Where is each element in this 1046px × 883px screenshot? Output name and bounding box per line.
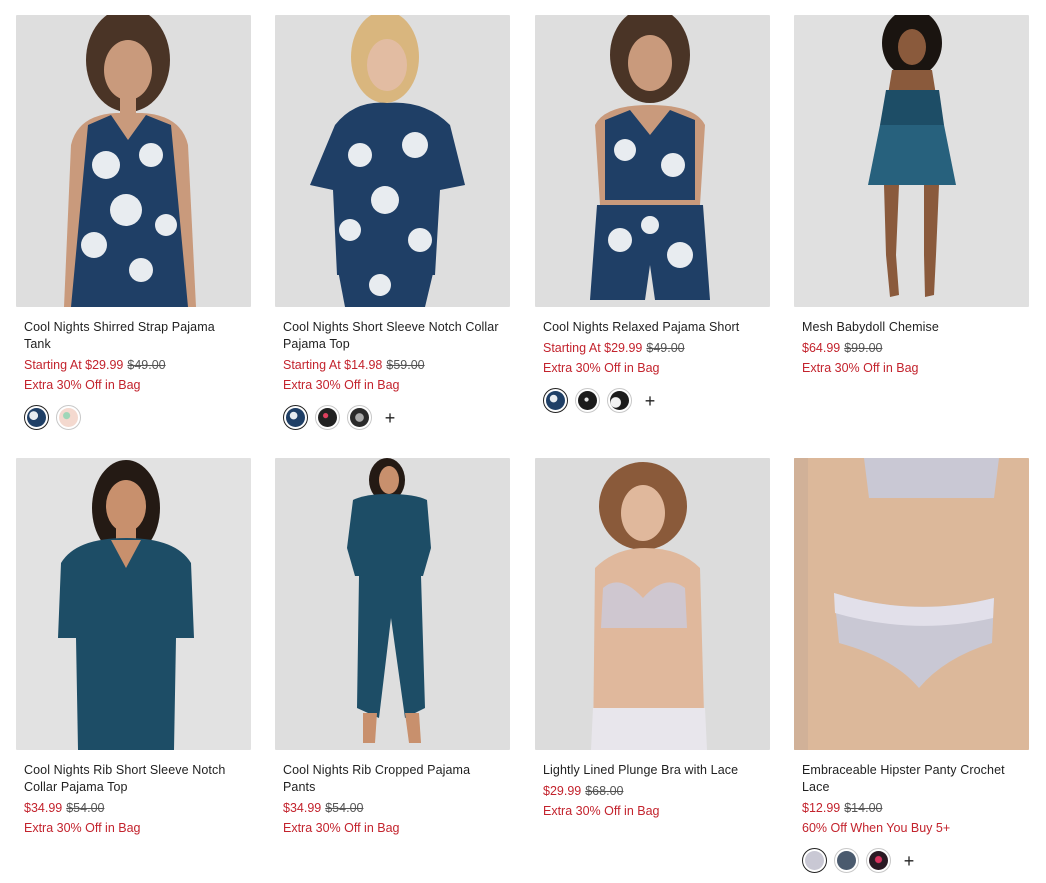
swatch-peach-floral[interactable] — [56, 405, 81, 430]
swatch-black-pink-print[interactable] — [866, 848, 891, 873]
sale-price: Starting At $14.98 — [283, 358, 383, 372]
more-colors-button[interactable]: + — [902, 852, 916, 870]
product-image[interactable] — [275, 458, 510, 750]
promo-text: Extra 30% Off in Bag — [543, 361, 660, 375]
color-swatches: + — [543, 388, 762, 413]
sale-price: Starting At $29.99 — [24, 358, 124, 372]
product-card[interactable]: Embraceable Hipster Panty Crochet Lace $… — [794, 458, 1029, 873]
product-image[interactable] — [794, 458, 1029, 750]
original-price: $68.00 — [585, 784, 624, 798]
model-floral-navy-tank-image — [16, 15, 251, 307]
swatch-lilac-grey[interactable] — [802, 848, 827, 873]
product-name[interactable]: Cool Nights Shirred Strap Pajama Tank — [24, 319, 243, 353]
promo-text: Extra 30% Off in Bag — [24, 821, 141, 835]
product-image[interactable] — [16, 458, 251, 750]
promo-text: Extra 30% Off in Bag — [283, 378, 400, 392]
more-colors-button[interactable]: + — [643, 392, 657, 410]
swatch-black-floral[interactable] — [347, 405, 372, 430]
model-teal-rib-top-image — [16, 458, 251, 750]
product-image[interactable] — [16, 15, 251, 307]
product-name[interactable]: Cool Nights Short Sleeve Notch Collar Pa… — [283, 319, 502, 353]
sale-price: $34.99 — [283, 801, 322, 815]
sale-price: $34.99 — [24, 801, 63, 815]
color-swatches: + — [802, 848, 1021, 873]
product-name[interactable]: Embraceable Hipster Panty Crochet Lace — [802, 762, 1021, 796]
product-name[interactable]: Cool Nights Rib Cropped Pajama Pants — [283, 762, 502, 796]
promo-text: Extra 30% Off in Bag — [543, 804, 660, 818]
model-lilac-panty-image — [794, 458, 1029, 750]
product-name[interactable]: Lightly Lined Plunge Bra with Lace — [543, 762, 762, 779]
swatch-navy-floral[interactable] — [24, 405, 49, 430]
product-price: $64.99 $99.00 — [802, 340, 1021, 357]
product-card[interactable]: Mesh Babydoll Chemise $64.99 $99.00 Extra… — [794, 15, 1029, 377]
product-card[interactable]: Cool Nights Rib Short Sleeve Notch Colla… — [16, 458, 251, 837]
swatch-slate-blue[interactable] — [834, 848, 859, 873]
product-card[interactable]: Cool Nights Shirred Strap Pajama Tank St… — [16, 15, 251, 430]
original-price: $59.00 — [386, 358, 425, 372]
swatch-navy-floral[interactable] — [283, 405, 308, 430]
more-colors-button[interactable]: + — [383, 409, 397, 427]
product-name[interactable]: Cool Nights Relaxed Pajama Short — [543, 319, 762, 336]
model-lilac-bra-image — [535, 458, 770, 750]
original-price: $54.00 — [325, 801, 364, 815]
product-image[interactable] — [275, 15, 510, 307]
promo-text: Extra 30% Off in Bag — [802, 361, 919, 375]
product-price: Starting At $14.98 $59.00 — [283, 357, 502, 374]
swatch-black-white[interactable] — [607, 388, 632, 413]
product-price: $34.99 $54.00 — [24, 800, 243, 817]
color-swatches — [24, 405, 243, 430]
original-price: $14.00 — [844, 801, 883, 815]
promo-text: Extra 30% Off in Bag — [283, 821, 400, 835]
product-price: $29.99 $68.00 — [543, 783, 762, 800]
swatch-black-print[interactable] — [575, 388, 600, 413]
swatch-black-dot[interactable] — [315, 405, 340, 430]
promo-text: 60% Off When You Buy 5+ — [802, 821, 951, 835]
sale-price: $64.99 — [802, 341, 841, 355]
sale-price: Starting At $29.99 — [543, 341, 643, 355]
original-price: $54.00 — [66, 801, 105, 815]
product-card[interactable]: Cool Nights Relaxed Pajama Short Startin… — [535, 15, 770, 413]
color-swatches: + — [283, 405, 502, 430]
product-image[interactable] — [535, 458, 770, 750]
sale-price: $29.99 — [543, 784, 582, 798]
original-price: $49.00 — [127, 358, 166, 372]
model-floral-navy-top-image — [275, 15, 510, 307]
original-price: $99.00 — [844, 341, 883, 355]
model-teal-chemise-image — [794, 15, 1029, 307]
product-price: $34.99 $54.00 — [283, 800, 502, 817]
product-name[interactable]: Mesh Babydoll Chemise — [802, 319, 1021, 336]
product-name[interactable]: Cool Nights Rib Short Sleeve Notch Colla… — [24, 762, 243, 796]
product-image[interactable] — [535, 15, 770, 307]
sale-price: $12.99 — [802, 801, 841, 815]
product-card[interactable]: Lightly Lined Plunge Bra with Lace $29.9… — [535, 458, 770, 820]
product-price: Starting At $29.99 $49.00 — [24, 357, 243, 374]
product-price: $12.99 $14.00 — [802, 800, 1021, 817]
product-card[interactable]: Cool Nights Short Sleeve Notch Collar Pa… — [275, 15, 510, 430]
product-price: Starting At $29.99 $49.00 — [543, 340, 762, 357]
product-image[interactable] — [794, 15, 1029, 307]
swatch-navy-floral[interactable] — [543, 388, 568, 413]
product-card[interactable]: Cool Nights Rib Cropped Pajama Pants $34… — [275, 458, 510, 837]
model-floral-navy-short-image — [535, 15, 770, 307]
original-price: $49.00 — [646, 341, 685, 355]
promo-text: Extra 30% Off in Bag — [24, 378, 141, 392]
model-teal-rib-pants-image — [275, 458, 510, 750]
